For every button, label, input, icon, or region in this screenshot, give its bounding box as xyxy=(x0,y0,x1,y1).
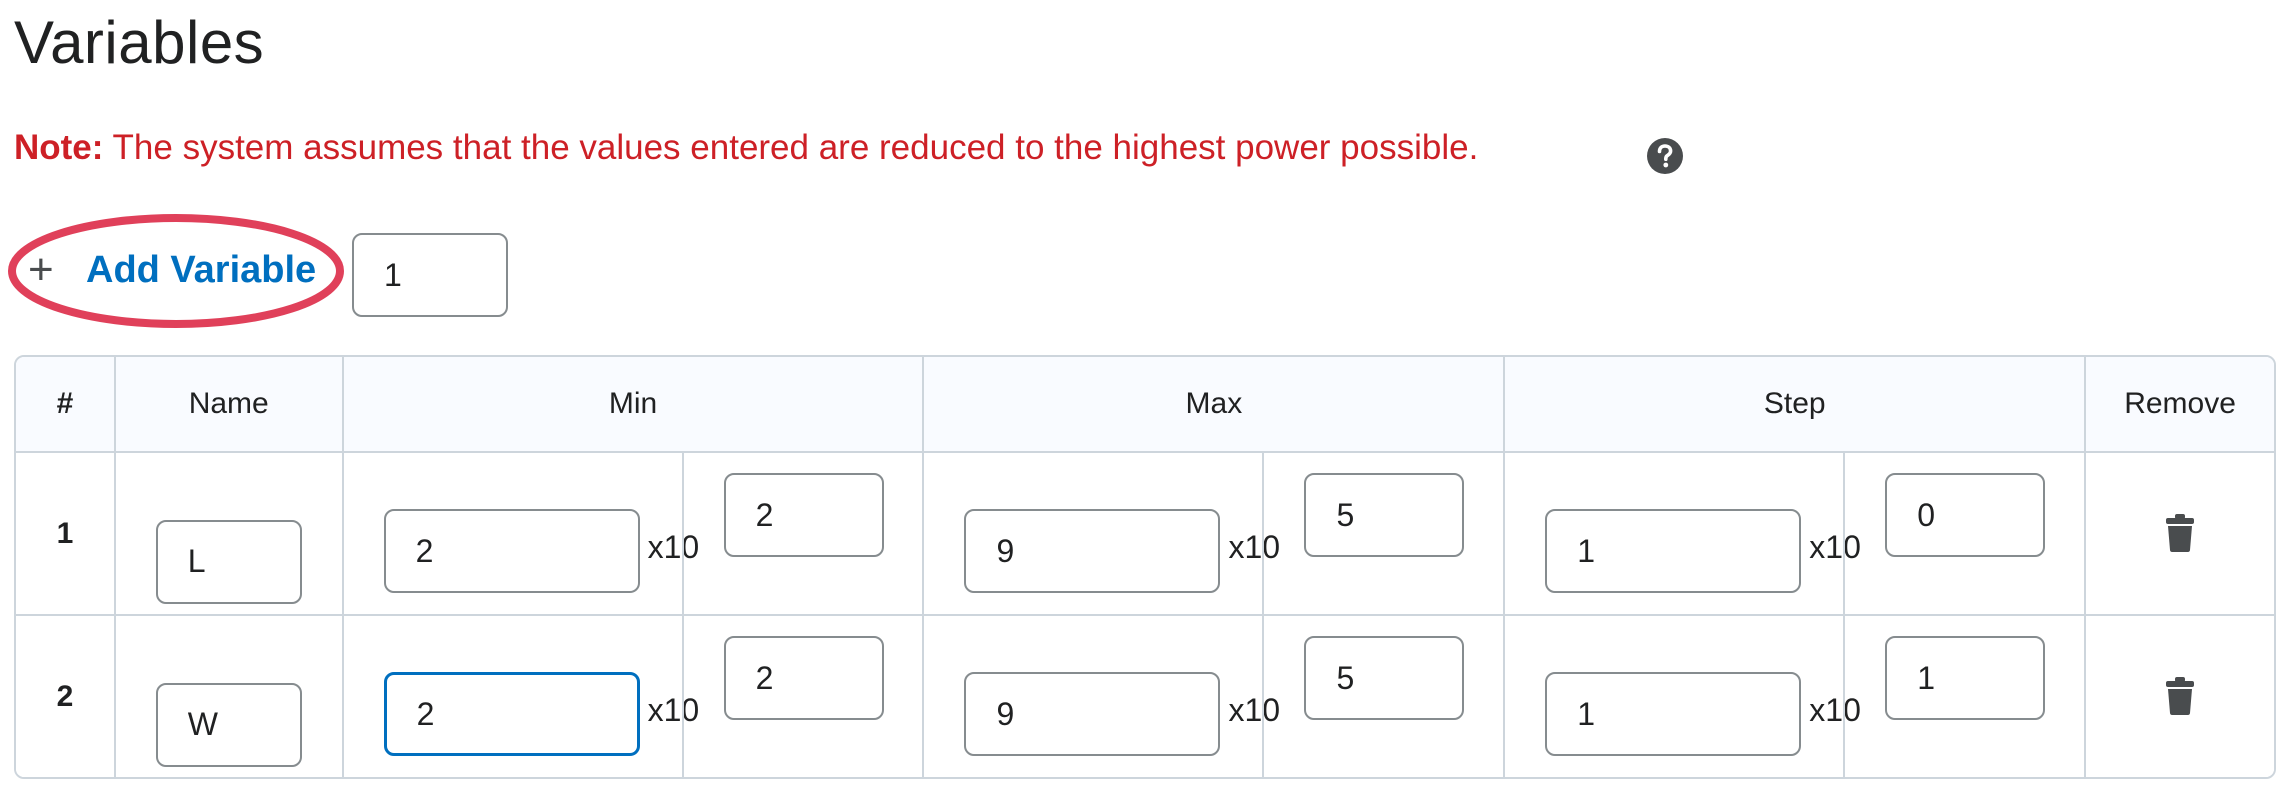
multiplier-label: x10 xyxy=(1809,692,1861,728)
table-row: 2 x10 x10 x10 xyxy=(16,616,2274,777)
variable-name-input[interactable] xyxy=(155,519,302,604)
step-base-input[interactable] xyxy=(1545,672,1802,756)
multiplier-label: x10 xyxy=(647,529,700,565)
max-exponent-input[interactable] xyxy=(1304,636,1465,720)
multiplier-label: x10 xyxy=(1228,529,1281,565)
header-max: Max xyxy=(924,357,1506,453)
add-variable-row: + Add Variable xyxy=(0,210,560,330)
note-text: Note: The system assumes that the values… xyxy=(14,128,1478,168)
max-cell: x10 xyxy=(924,616,1506,777)
min-exponent-input[interactable] xyxy=(723,473,884,557)
header-name: Name xyxy=(115,357,344,453)
max-base-input[interactable] xyxy=(964,672,1221,756)
header-step: Step xyxy=(1505,357,2087,453)
step-exponent-input[interactable] xyxy=(1885,473,2046,557)
trash-icon[interactable] xyxy=(2165,676,2195,716)
help-circle-icon[interactable] xyxy=(1646,137,1684,175)
min-exponent-input[interactable] xyxy=(723,636,884,720)
variable-count-input[interactable] xyxy=(352,233,508,317)
step-exponent-input[interactable] xyxy=(1885,636,2046,720)
variable-name-input[interactable] xyxy=(155,682,302,767)
min-base-input[interactable] xyxy=(383,672,640,756)
header-remove: Remove xyxy=(2086,357,2274,453)
header-index: # xyxy=(16,357,116,453)
step-base-input[interactable] xyxy=(1545,509,1802,593)
header-min: Min xyxy=(343,357,925,453)
min-base-input[interactable] xyxy=(383,509,640,593)
min-cell: x10 xyxy=(343,453,925,616)
table-header-row: # Name Min Max Step Remove xyxy=(16,357,2274,453)
row-index: 2 xyxy=(16,616,116,777)
trash-icon[interactable] xyxy=(2165,513,2195,553)
name-cell xyxy=(115,616,344,777)
remove-cell xyxy=(2086,616,2274,777)
row-index: 1 xyxy=(16,453,116,616)
remove-cell xyxy=(2086,453,2274,616)
multiplier-label: x10 xyxy=(1228,692,1281,728)
max-exponent-input[interactable] xyxy=(1304,473,1465,557)
step-cell: x10 xyxy=(1505,453,2087,616)
variables-table: # Name Min Max Step Remove 1 x10 x10 xyxy=(14,355,2276,779)
note-label: Note: xyxy=(14,128,104,167)
max-base-input[interactable] xyxy=(964,509,1221,593)
max-cell: x10 xyxy=(924,453,1506,616)
add-variable-label: Add Variable xyxy=(86,248,317,291)
plus-icon: + xyxy=(28,245,54,294)
multiplier-label: x10 xyxy=(1809,529,1861,565)
name-cell xyxy=(115,453,344,616)
page-title: Variables xyxy=(14,9,265,76)
table-row: 1 x10 x10 x10 xyxy=(16,453,2274,616)
note-message: The system assumes that the values enter… xyxy=(103,128,1479,167)
step-cell: x10 xyxy=(1505,616,2087,777)
add-variable-button[interactable]: + Add Variable xyxy=(28,240,316,300)
min-cell: x10 xyxy=(343,616,925,777)
multiplier-label: x10 xyxy=(647,692,700,728)
